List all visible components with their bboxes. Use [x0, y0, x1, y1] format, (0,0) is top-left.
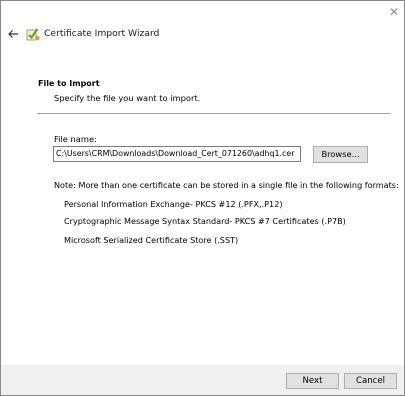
cancel-button[interactable]: Cancel	[344, 373, 397, 389]
close-icon[interactable]: ✕	[386, 4, 402, 20]
section-title: File to Import	[38, 79, 100, 88]
formats-note: Note: More than one certificate can be s…	[54, 180, 399, 190]
file-name-label: File name:	[54, 134, 97, 144]
format-item-sst: Microsoft Serialized Certificate Store (…	[64, 235, 239, 245]
window-title: Certificate Import Wizard	[44, 28, 160, 39]
arrow-left-icon[interactable]	[5, 26, 21, 42]
certificate-import-wizard-window: ✕ Certificate Import Wizard File to Impo…	[0, 0, 405, 396]
format-item-pfx: Personal Information Exchange- PKCS #12 …	[64, 199, 283, 209]
section-subtitle: Specify the file you want to import.	[54, 93, 201, 103]
wizard-footer: Next Cancel	[1, 365, 404, 395]
file-name-input[interactable]: C:\Users\CRM\Downloads\Download_Cert_071…	[53, 146, 301, 162]
browse-button[interactable]: Browse...	[313, 146, 368, 163]
header-divider	[37, 113, 390, 114]
format-item-p7b: Cryptographic Message Syntax Standard- P…	[64, 216, 346, 226]
certificate-wizard-icon	[26, 28, 40, 41]
next-button[interactable]: Next	[286, 373, 339, 389]
